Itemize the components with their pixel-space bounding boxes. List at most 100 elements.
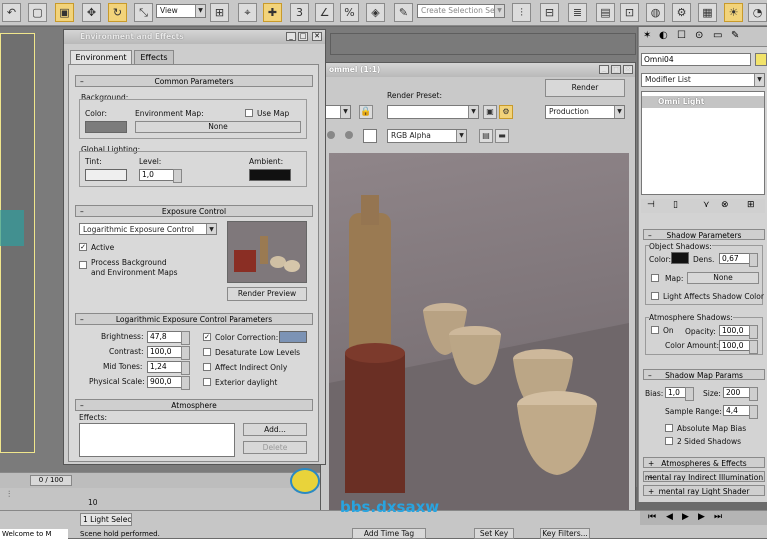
- scale-icon[interactable]: ⤡: [134, 3, 153, 22]
- atmosphere-header[interactable]: – Atmosphere: [75, 399, 313, 411]
- pivot-icon[interactable]: ⊞: [210, 3, 229, 22]
- clear-icon[interactable]: ▬: [495, 129, 509, 143]
- shadow-map-none-button[interactable]: None: [687, 272, 759, 284]
- angle-snap-icon[interactable]: ∠: [315, 3, 334, 22]
- pin-stack-icon[interactable]: ⊣: [647, 200, 655, 210]
- bias-spinner[interactable]: 1,0: [665, 387, 694, 401]
- close-button[interactable]: ✕: [623, 65, 633, 74]
- next-frame-icon[interactable]: ▶: [698, 512, 705, 522]
- area-to-render-dropdown[interactable]: ▼: [325, 105, 351, 119]
- go-end-icon[interactable]: ⏭: [714, 512, 722, 522]
- named-selection-icon[interactable]: ✎: [394, 3, 413, 22]
- desaturate-checkbox[interactable]: [203, 348, 211, 356]
- dialog-maximize-button[interactable]: □: [298, 32, 308, 41]
- minimize-button[interactable]: _: [599, 65, 609, 74]
- channel-green-icon[interactable]: [345, 131, 353, 139]
- color-amount-spinner[interactable]: 100,0: [719, 340, 758, 354]
- selection-set-input[interactable]: Create Selection Se ▼: [417, 4, 505, 18]
- mr-light-shader-header[interactable]: + mental ray Light Shader: [643, 485, 765, 496]
- common-params-header[interactable]: – Common Parameters: [75, 75, 313, 87]
- two-sided-checkbox[interactable]: [665, 437, 673, 445]
- env-map-none-button[interactable]: None: [135, 121, 301, 133]
- color-correction-checkbox[interactable]: ✓: [203, 333, 211, 341]
- render-preset-dropdown[interactable]: ▼: [387, 105, 479, 119]
- rendered-frame-icon[interactable]: ▦: [698, 3, 717, 22]
- light-affects-checkbox[interactable]: [651, 292, 659, 300]
- spinner-snap-icon[interactable]: ◈: [366, 3, 385, 22]
- motion-tab-icon[interactable]: ⊙: [695, 30, 703, 41]
- mono-icon[interactable]: ▤: [479, 129, 493, 143]
- shadow-params-header[interactable]: – Shadow Parameters: [643, 229, 765, 240]
- play-icon[interactable]: ▶: [682, 512, 689, 522]
- time-slider[interactable]: 0 / 100: [0, 472, 320, 488]
- reference-coord-dropdown[interactable]: View ▼: [156, 4, 206, 18]
- remove-modifier-icon[interactable]: ⊗: [721, 200, 729, 210]
- layer-manager-icon[interactable]: ≣: [568, 3, 587, 22]
- schematic-view-icon[interactable]: ⊡: [620, 3, 639, 22]
- utilities-tab-icon[interactable]: ✎: [731, 30, 739, 41]
- sample-range-spinner[interactable]: 4,4: [723, 405, 758, 419]
- delete-effect-button[interactable]: Delete: [243, 441, 307, 454]
- go-start-icon[interactable]: ⏮: [648, 512, 656, 522]
- configure-sets-icon[interactable]: ⊞: [747, 200, 755, 210]
- make-unique-icon[interactable]: ⋎: [703, 200, 710, 210]
- render-production-icon[interactable]: ◔: [748, 3, 767, 22]
- add-time-tag-button[interactable]: Add Time Tag: [352, 528, 426, 539]
- physical-scale-spinner[interactable]: 900,0: [147, 376, 190, 390]
- absolute-bias-checkbox[interactable]: [665, 424, 673, 432]
- align-icon[interactable]: ⊟: [540, 3, 559, 22]
- modify-tab-icon[interactable]: ◐: [659, 30, 668, 41]
- frame-counter[interactable]: 0 / 100: [30, 475, 72, 486]
- exterior-daylight-checkbox[interactable]: [203, 378, 211, 386]
- midtones-spinner[interactable]: 1,24: [147, 361, 190, 375]
- dialog-close-button[interactable]: ✕: [312, 32, 322, 41]
- set-key-button[interactable]: Set Key: [474, 528, 514, 539]
- select-region-icon[interactable]: ▢: [28, 3, 47, 22]
- color-correction-swatch[interactable]: [279, 331, 307, 343]
- move-icon[interactable]: ✥: [82, 3, 101, 22]
- production-dropdown[interactable]: Production ▼: [545, 105, 625, 119]
- channel-red-icon[interactable]: [327, 131, 335, 139]
- atmospheres-effects-header[interactable]: + Atmospheres & Effects: [643, 457, 765, 468]
- atmo-on-checkbox[interactable]: [651, 326, 659, 334]
- tint-color-swatch[interactable]: [85, 169, 127, 181]
- contrast-spinner[interactable]: 100,0: [147, 346, 190, 360]
- shadow-map-checkbox[interactable]: [651, 274, 659, 282]
- tab-environment[interactable]: Environment: [70, 50, 132, 64]
- stack-item-omni-light[interactable]: Omni Light: [642, 96, 764, 108]
- exposure-type-dropdown[interactable]: Logarithmic Exposure Control ▼: [79, 223, 217, 235]
- shadow-color-swatch[interactable]: [671, 252, 689, 264]
- rotate-icon[interactable]: ↻: [108, 3, 127, 22]
- active-checkbox[interactable]: ✓: [79, 243, 87, 251]
- mirror-icon[interactable]: ⫶: [512, 3, 531, 22]
- level-spinner[interactable]: 1,0: [139, 169, 182, 183]
- select-object-icon[interactable]: ▣: [55, 3, 74, 22]
- maximize-button[interactable]: □: [611, 65, 621, 74]
- channel-dropdown[interactable]: RGB Alpha ▼: [387, 129, 467, 143]
- process-bg-checkbox[interactable]: [79, 261, 87, 269]
- undo-icon[interactable]: ↶: [2, 3, 21, 22]
- show-end-result-icon[interactable]: ▯: [673, 200, 678, 210]
- render-preview-button[interactable]: Render Preview: [227, 287, 307, 301]
- density-spinner[interactable]: 0,67: [719, 253, 758, 267]
- quick-render-icon[interactable]: ☀: [724, 3, 743, 22]
- render-setup-icon[interactable]: ⚙: [672, 3, 691, 22]
- opacity-spinner[interactable]: 100,0: [719, 325, 758, 339]
- shadow-map-params-header[interactable]: – Shadow Map Params: [643, 369, 765, 380]
- render-setup-small-icon[interactable]: ⚙: [499, 105, 513, 119]
- use-map-checkbox[interactable]: [245, 109, 253, 117]
- curve-editor-icon[interactable]: ▤: [596, 3, 615, 22]
- exposure-control-header[interactable]: – Exposure Control: [75, 205, 313, 217]
- object-color-swatch[interactable]: [755, 53, 767, 66]
- brightness-spinner[interactable]: 47,8: [147, 331, 190, 345]
- render-preset-lock-icon[interactable]: 🔒: [359, 105, 373, 119]
- display-tab-icon[interactable]: ▭: [713, 30, 722, 41]
- track-bar[interactable]: ⫶ 10: [0, 488, 320, 510]
- tab-effects[interactable]: Effects: [134, 50, 174, 64]
- effects-list[interactable]: [79, 423, 235, 457]
- link-icon[interactable]: ⌖: [238, 3, 257, 22]
- save-preset-icon[interactable]: ▣: [483, 105, 497, 119]
- object-name-field[interactable]: Omni04: [641, 53, 751, 66]
- dialog-minimize-button[interactable]: _: [286, 32, 296, 41]
- prev-frame-icon[interactable]: ◀: [666, 512, 673, 522]
